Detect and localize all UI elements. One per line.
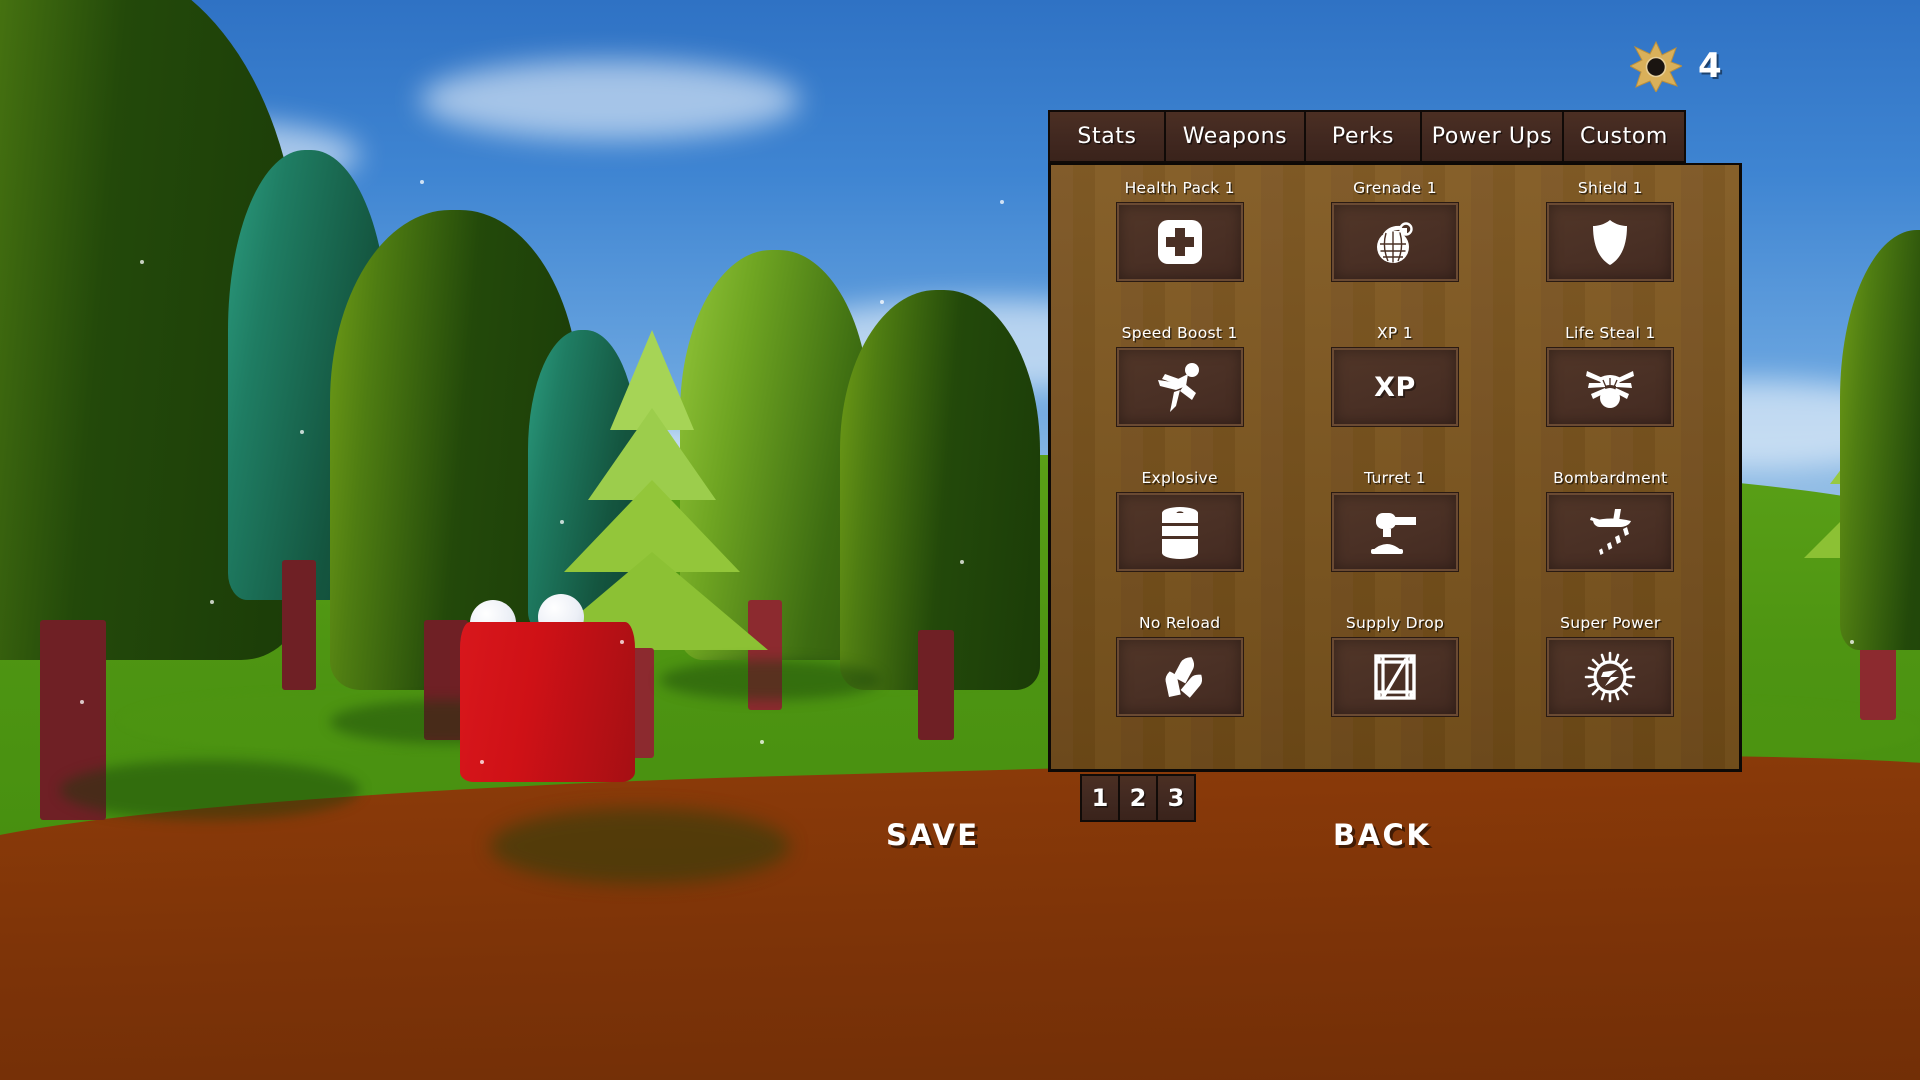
page-button-1[interactable]: 1 [1080,774,1120,822]
tab-label: Stats [1077,124,1136,149]
item-cell: Bombardment [1512,469,1709,614]
item-label: Bombardment [1553,469,1667,487]
page-label: 3 [1168,784,1185,812]
page-button-2[interactable]: 2 [1118,774,1158,822]
tree-trunk [918,630,954,740]
item-slot-turret[interactable] [1332,493,1458,571]
item-slot-explosive[interactable] [1117,493,1243,571]
tab-label: Custom [1580,124,1668,149]
turret-icon [1368,507,1422,557]
item-cell: Speed Boost 1 [1081,324,1278,469]
item-cell: Health Pack 1 [1081,179,1278,324]
item-slot-no-reload[interactable] [1117,638,1243,716]
item-label: XP 1 [1377,324,1413,342]
item-slot-bombardment[interactable] [1547,493,1673,571]
tab-power-ups[interactable]: Power Ups [1420,110,1564,163]
currency-indicator: 4 [1630,40,1723,92]
page-button-3[interactable]: 3 [1156,774,1196,822]
tab-perks[interactable]: Perks [1304,110,1422,163]
tab-label: Power Ups [1432,124,1552,149]
back-button[interactable]: BACK [1333,818,1431,852]
item-slot-life-steal[interactable] [1547,348,1673,426]
item-label: Supply Drop [1346,614,1444,632]
item-cell: Super Power [1512,614,1709,759]
xp-text-icon: XP [1374,372,1416,403]
item-slot-speed-boost[interactable] [1117,348,1243,426]
item-label: Grenade 1 [1353,179,1437,197]
bomber-plane-icon [1581,507,1639,557]
star-burst-icon [1630,40,1682,92]
item-slot-shield[interactable] [1547,203,1673,281]
item-label: Turret 1 [1364,469,1426,487]
character-shadow [490,808,790,884]
item-slot-supply-drop[interactable] [1332,638,1458,716]
tab-stats[interactable]: Stats [1048,110,1166,163]
item-label: Explosive [1141,469,1217,487]
item-slot-xp[interactable]: XP [1332,348,1458,426]
tab-label: Perks [1332,124,1394,149]
item-slot-grenade[interactable] [1332,203,1458,281]
panel-tab-bar: Stats Weapons Perks Power Ups Custom [1048,110,1742,163]
running-figure-icon [1152,360,1208,414]
page-label: 2 [1130,784,1147,812]
tab-label: Weapons [1183,124,1288,149]
life-steal-spider-icon [1583,361,1637,413]
power-ups-grid: Health Pack 1 Grenade 1 [1081,179,1709,759]
tab-weapons[interactable]: Weapons [1164,110,1306,163]
item-label: Health Pack 1 [1125,179,1235,197]
cloud [420,60,800,140]
energy-burst-icon [1583,650,1637,704]
save-button[interactable]: SAVE [886,818,980,852]
tree-shadow [660,660,880,700]
grenade-icon [1369,216,1421,268]
item-cell: Grenade 1 [1296,179,1493,324]
item-slot-super-power[interactable] [1547,638,1673,716]
item-label: Shield 1 [1578,179,1643,197]
power-ups-grid-container: Health Pack 1 Grenade 1 [1048,163,1742,772]
item-slot-health-pack[interactable] [1117,203,1243,281]
shield-icon [1584,216,1636,268]
item-cell: Explosive [1081,469,1278,614]
item-label: Life Steal 1 [1565,324,1656,342]
item-label: No Reload [1139,614,1220,632]
page-label: 1 [1092,784,1109,812]
item-cell: Shield 1 [1512,179,1709,324]
item-cell: Supply Drop [1296,614,1493,759]
supply-crate-icon [1371,651,1419,703]
character-body [460,622,635,782]
player-character [460,600,635,780]
tree-trunk [282,560,316,690]
tab-custom[interactable]: Custom [1562,110,1686,163]
item-cell: No Reload [1081,614,1278,759]
tree-shadow [60,760,360,820]
power-ups-panel: Stats Weapons Perks Power Ups Custom Hea… [1048,110,1742,772]
item-cell: XP 1 XP [1296,324,1493,469]
oil-barrel-icon [1157,505,1203,559]
first-aid-cross-icon [1154,216,1206,268]
currency-amount: 4 [1698,46,1723,86]
bullets-icon [1153,651,1207,703]
item-label: Speed Boost 1 [1122,324,1238,342]
page-selector: 1 2 3 [1080,774,1194,822]
item-cell: Life Steal 1 [1512,324,1709,469]
item-cell: Turret 1 [1296,469,1493,614]
item-label: Super Power [1560,614,1661,632]
